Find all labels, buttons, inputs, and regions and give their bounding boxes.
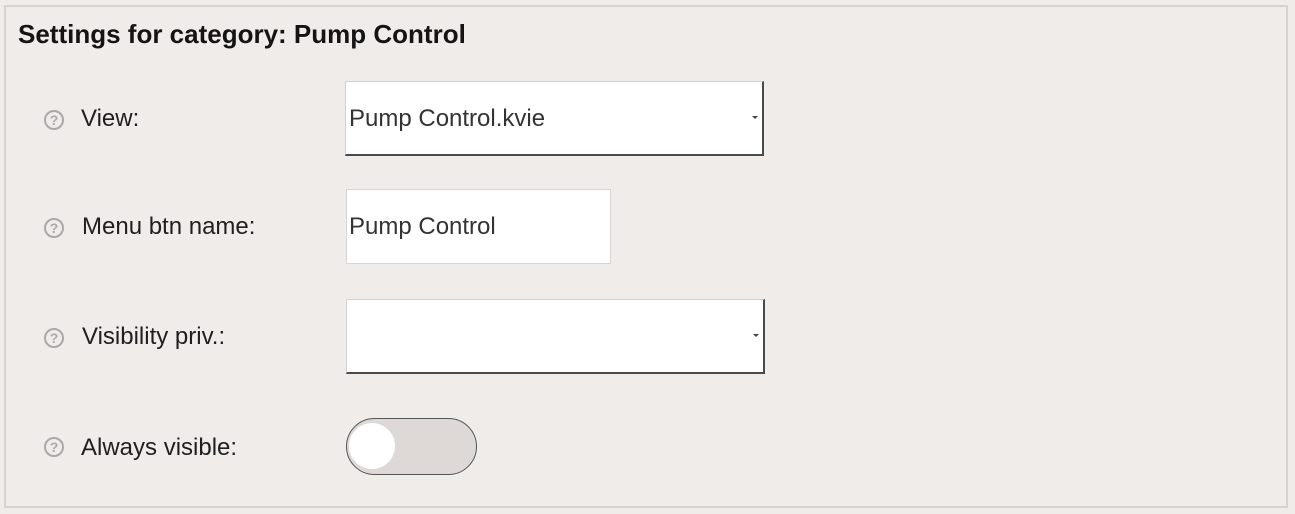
help-icon[interactable]: ? (44, 328, 64, 348)
always-visible-toggle[interactable] (346, 418, 477, 475)
toggle-knob (349, 423, 395, 469)
menu-btn-name-input[interactable] (346, 189, 611, 264)
category-settings-panel: Settings for category: Pump Control ? Vi… (4, 5, 1288, 508)
view-label: View: (81, 105, 140, 132)
always-visible-row: ? Always visible: (6, 418, 1286, 494)
visibility-priv-select[interactable] (346, 299, 765, 374)
help-icon[interactable]: ? (44, 110, 64, 130)
help-icon[interactable]: ? (44, 437, 64, 457)
chevron-down-icon (752, 116, 758, 119)
panel-title: Settings for category: Pump Control (18, 19, 466, 49)
menu-btn-name-label: Menu btn name: (82, 213, 256, 240)
visibility-priv-label: Visibility priv.: (82, 323, 226, 350)
chevron-down-icon (753, 334, 759, 337)
view-row: ? View: Pump Control.kvie (6, 81, 1286, 157)
visibility-priv-row: ? Visibility priv.: (6, 299, 1286, 375)
help-icon[interactable]: ? (44, 218, 64, 238)
view-select-value: Pump Control.kvie (349, 105, 546, 132)
view-select[interactable]: Pump Control.kvie (345, 81, 764, 156)
menu-btn-name-row: ? Menu btn name: (6, 189, 1286, 265)
always-visible-label: Always visible: (81, 434, 238, 461)
